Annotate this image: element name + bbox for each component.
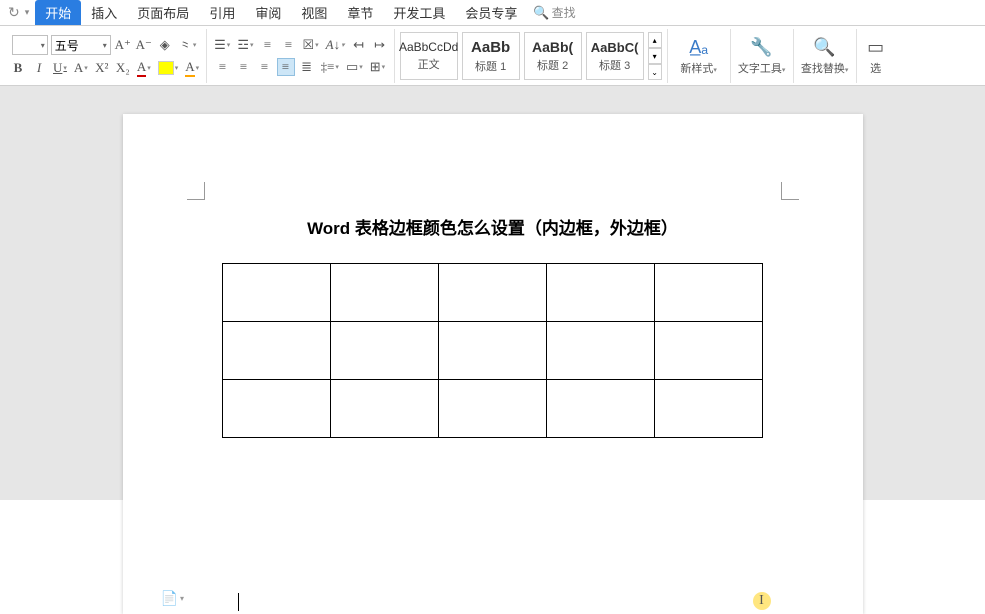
paragraph-group: ☰▾ ☲▾ ≡ ≡ ☒▾ A↓▾ ↤ ↦ ≡ ≡ ≡ ≡ ≣ ‡≡▾ ▭▾ ⊞▾ [207, 29, 394, 83]
new-style-icon: A̲ₐ [689, 37, 708, 58]
table-row[interactable] [223, 322, 763, 380]
tab-home[interactable]: 开始 [35, 0, 81, 25]
menu-bar: ↻ ▾ 开始 插入 页面布局 引用 审阅 视图 章节 开发工具 会员专享 🔍 查… [0, 0, 985, 26]
italic-button[interactable]: I [30, 59, 48, 77]
ltr-button[interactable]: ↤ [350, 36, 368, 54]
indent-decrease-button[interactable]: ≡ [258, 36, 276, 54]
margin-corner-tl [187, 182, 205, 200]
table-row[interactable] [223, 264, 763, 322]
styles-up-icon[interactable]: ▴ [648, 32, 662, 48]
search-icon: 🔍 [533, 5, 549, 21]
find-replace-button[interactable]: 🔍 查找替换▾ [799, 31, 851, 81]
tab-view[interactable]: 视图 [291, 0, 337, 25]
font-group: ▾ 五号▾ A⁺ A⁻ ◈ ⺀▾ B I U▾ A▾ X² X₂ A▾ ▾ A▾ [4, 29, 207, 83]
style-heading2[interactable]: AaBb( 标题 2 [524, 32, 582, 80]
superscript-button[interactable]: X² [93, 59, 111, 77]
wrench-icon: 🔧 [750, 37, 772, 58]
font-size-select[interactable]: 五号▾ [51, 35, 111, 55]
fontcolor-button[interactable]: A▾ [135, 59, 153, 77]
indent-increase-button[interactable]: ≡ [279, 36, 297, 54]
phonetic-button[interactable]: ⺀▾ [177, 36, 199, 54]
shrink-font-button[interactable]: A⁻ [135, 36, 153, 54]
grow-font-button[interactable]: A⁺ [114, 36, 132, 54]
tab-member[interactable]: 会员专享 [455, 0, 527, 25]
tab-insert[interactable]: 插入 [81, 0, 127, 25]
quick-access-toolbar: ↻ ▾ [5, 4, 29, 21]
sort-button[interactable]: ☒▾ [300, 36, 320, 54]
bullets-button[interactable]: ☰▾ [212, 36, 232, 54]
select-icon: ▭ [867, 37, 884, 58]
texttools-group: 🔧 文字工具▾ [731, 29, 794, 83]
strike-button[interactable]: A▾ [72, 59, 90, 77]
distribute-button[interactable]: ≣ [298, 58, 316, 76]
workspace: Word 表格边框颜色怎么设置（内边框，外边框） 📄▾ I [0, 86, 985, 500]
styles-more-icon[interactable]: ⌄ [648, 64, 662, 80]
bold-button[interactable]: B [9, 59, 27, 77]
tab-references[interactable]: 引用 [199, 0, 245, 25]
newstyle-group: A̲ₐ 新样式▾ [668, 29, 731, 83]
tab-devtools[interactable]: 开发工具 [383, 0, 455, 25]
text-cursor-indicator: I [753, 592, 771, 610]
magnifier-icon: 🔍 [813, 37, 835, 58]
select-button[interactable]: ▭ 选 [862, 31, 890, 81]
align-center-button[interactable]: ≡ [235, 58, 253, 76]
document-title[interactable]: Word 表格边框颜色怎么设置（内边框，外边框） [123, 214, 863, 239]
shading-button[interactable]: ▭▾ [344, 58, 365, 76]
charborder-button[interactable]: A▾ [183, 59, 201, 77]
style-normal[interactable]: AaBbCcDd 正文 [400, 32, 458, 80]
search-placeholder: 查找 [552, 4, 576, 21]
select-group: ▭ 选 [857, 29, 895, 83]
text-tools-button[interactable]: 🔧 文字工具▾ [736, 31, 788, 81]
text-caret [238, 593, 239, 611]
tab-chapter[interactable]: 章节 [337, 0, 383, 25]
document-table[interactable] [222, 263, 763, 438]
style-heading3[interactable]: AaBbC( 标题 3 [586, 32, 644, 80]
styles-scroll: ▴ ▾ ⌄ [648, 32, 662, 80]
redo-icon[interactable]: ↻ [5, 4, 23, 21]
borders-button[interactable]: ⊞▾ [368, 58, 387, 76]
ribbon-toolbar: ▾ 五号▾ A⁺ A⁻ ◈ ⺀▾ B I U▾ A▾ X² X₂ A▾ ▾ A▾… [0, 26, 985, 86]
rtl-button[interactable]: ↦ [371, 36, 389, 54]
document-page[interactable]: Word 表格边框颜色怎么设置（内边框，外边框） 📄▾ I [123, 114, 863, 614]
linespacing-button[interactable]: ‡≡▾ [319, 58, 341, 76]
qat-dropdown-icon[interactable]: ▾ [25, 7, 30, 18]
styles-down-icon[interactable]: ▾ [648, 48, 662, 64]
subscript-button[interactable]: X₂ [114, 59, 132, 77]
align-left-button[interactable]: ≡ [214, 58, 232, 76]
page-options-icon[interactable]: 📄▾ [161, 590, 184, 607]
tab-pagelayout[interactable]: 页面布局 [127, 0, 199, 25]
highlight-button[interactable]: ▾ [156, 59, 181, 77]
new-style-button[interactable]: A̲ₐ 新样式▾ [673, 31, 725, 81]
textdir-button[interactable]: A↓▾ [324, 36, 347, 54]
table-row[interactable] [223, 380, 763, 438]
align-justify-button[interactable]: ≡ [277, 58, 295, 76]
numbering-button[interactable]: ☲▾ [235, 36, 255, 54]
style-heading1[interactable]: AaBb 标题 1 [462, 32, 520, 80]
clear-format-button[interactable]: ◈ [156, 36, 174, 54]
margin-corner-tr [781, 182, 799, 200]
styles-group: AaBbCcDd 正文 AaBb 标题 1 AaBb( 标题 2 AaBbC( … [395, 29, 668, 83]
tab-review[interactable]: 审阅 [245, 0, 291, 25]
align-right-button[interactable]: ≡ [256, 58, 274, 76]
font-name-select[interactable]: ▾ [12, 35, 48, 55]
find-group: 🔍 查找替换▾ [794, 29, 857, 83]
search-box[interactable]: 🔍 查找 [533, 4, 575, 21]
underline-button[interactable]: U▾ [51, 59, 69, 77]
